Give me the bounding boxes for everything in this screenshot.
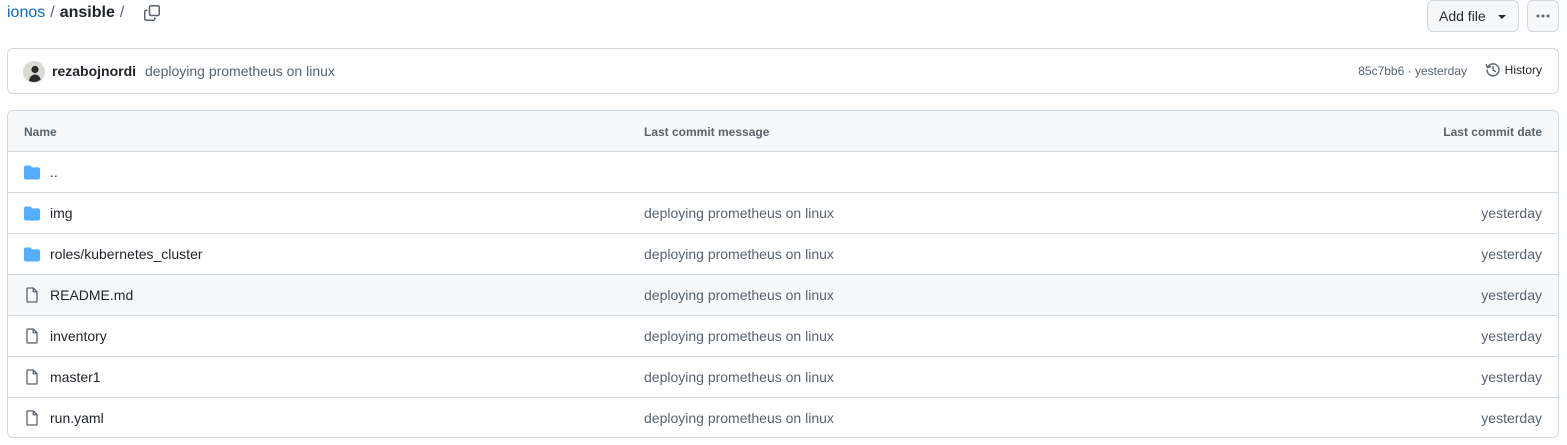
row-name[interactable]: master1 bbox=[50, 369, 101, 385]
breadcrumb-current-dir: ansible bbox=[59, 4, 115, 21]
commit-message-link[interactable]: deploying prometheus on linux bbox=[145, 63, 335, 79]
table-header: Name Last commit message Last commit dat… bbox=[8, 111, 1558, 152]
row-name[interactable]: .. bbox=[50, 164, 58, 180]
caret-down-icon bbox=[1498, 15, 1506, 19]
row-commit-message[interactable]: deploying prometheus on linux bbox=[644, 369, 834, 385]
table-row[interactable]: inventory deploying prometheus on linux … bbox=[8, 316, 1558, 357]
commit-sha-link[interactable]: 85c7bb6 bbox=[1358, 64, 1404, 78]
folder-icon bbox=[24, 206, 40, 221]
breadcrumb-trailing-separator: / bbox=[119, 4, 125, 21]
row-commit-message[interactable]: deploying prometheus on linux bbox=[644, 410, 834, 426]
add-file-label: Add file bbox=[1439, 8, 1486, 24]
history-label: History bbox=[1504, 63, 1542, 77]
breadcrumb-owner-link[interactable]: ionos bbox=[7, 3, 45, 23]
breadcrumb-separator: / bbox=[50, 4, 55, 21]
row-name[interactable]: roles/kubernetes_cluster bbox=[50, 246, 203, 262]
kebab-horizontal-icon bbox=[1536, 14, 1550, 18]
folder-icon bbox=[24, 165, 40, 180]
file-icon bbox=[26, 369, 38, 385]
row-commit-date: yesterday bbox=[1481, 328, 1542, 344]
table-row[interactable]: img deploying prometheus on linux yester… bbox=[8, 193, 1558, 234]
commit-author-link[interactable]: rezabojnordi bbox=[52, 63, 136, 79]
add-file-button[interactable]: Add file bbox=[1427, 0, 1519, 32]
row-commit-date: yesterday bbox=[1481, 410, 1542, 426]
row-name[interactable]: run.yaml bbox=[50, 410, 104, 426]
file-table: Name Last commit message Last commit dat… bbox=[7, 110, 1559, 438]
row-commit-date: yesterday bbox=[1481, 205, 1542, 221]
repo-header: ionos / ansible / Add file bbox=[0, 0, 1567, 34]
copy-path-button[interactable] bbox=[141, 2, 163, 24]
folder-icon bbox=[24, 247, 40, 262]
history-icon bbox=[1485, 63, 1500, 77]
avatar-image-icon bbox=[24, 62, 44, 82]
row-name[interactable]: inventory bbox=[50, 328, 107, 344]
table-row[interactable]: run.yaml deploying prometheus on linux y… bbox=[8, 398, 1558, 437]
history-button[interactable]: History bbox=[1485, 62, 1542, 78]
header-last-commit-date: Last commit date bbox=[1443, 125, 1542, 139]
row-name[interactable]: img bbox=[50, 205, 73, 221]
row-commit-message[interactable]: deploying prometheus on linux bbox=[644, 205, 834, 221]
table-row[interactable]: master1 deploying prometheus on linux ye… bbox=[8, 357, 1558, 398]
row-commit-date: yesterday bbox=[1481, 369, 1542, 385]
copy-icon bbox=[144, 5, 160, 21]
table-row[interactable]: README.md deploying prometheus on linux … bbox=[8, 275, 1558, 316]
row-commit-message[interactable]: deploying prometheus on linux bbox=[644, 328, 834, 344]
row-name[interactable]: README.md bbox=[50, 287, 133, 303]
more-options-button[interactable] bbox=[1527, 0, 1559, 32]
commit-time: yesterday bbox=[1414, 64, 1467, 78]
table-row[interactable]: roles/kubernetes_cluster deploying prome… bbox=[8, 234, 1558, 275]
breadcrumb: ionos / ansible / bbox=[7, 3, 129, 23]
table-row-parent-dir[interactable]: .. bbox=[8, 152, 1558, 193]
header-name: Name bbox=[24, 125, 57, 139]
row-commit-message[interactable]: deploying prometheus on linux bbox=[644, 246, 834, 262]
file-icon bbox=[26, 410, 38, 426]
row-commit-date: yesterday bbox=[1481, 287, 1542, 303]
commit-meta: 85c7bb6 · yesterday bbox=[1358, 64, 1467, 78]
header-last-commit-message: Last commit message bbox=[644, 125, 770, 139]
author-avatar[interactable] bbox=[23, 61, 45, 83]
file-icon bbox=[26, 328, 38, 344]
file-icon bbox=[26, 287, 38, 303]
row-commit-message[interactable]: deploying prometheus on linux bbox=[644, 287, 834, 303]
row-commit-date: yesterday bbox=[1481, 246, 1542, 262]
commit-meta-separator: · bbox=[1407, 64, 1412, 78]
latest-commit-bar: rezabojnordi deploying prometheus on lin… bbox=[7, 48, 1559, 94]
